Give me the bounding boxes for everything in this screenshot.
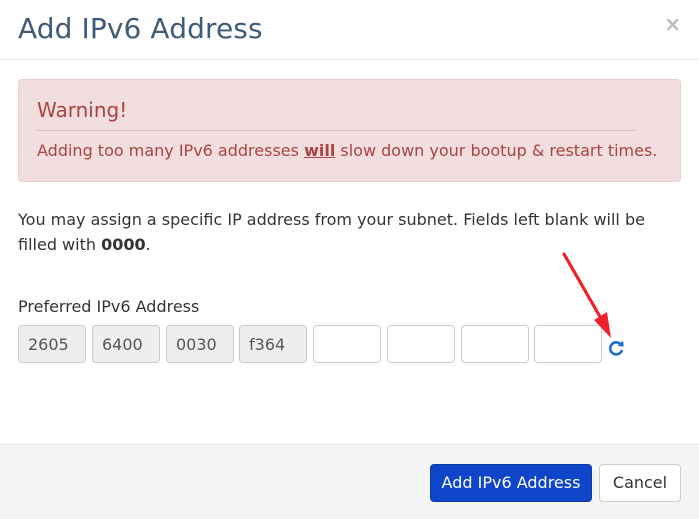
ipv6-segment-6[interactable] xyxy=(387,325,455,363)
cancel-button[interactable]: Cancel xyxy=(599,464,681,502)
ipv6-segment-1 xyxy=(18,325,86,363)
ipv6-segment-3 xyxy=(166,325,234,363)
add-ipv6-dialog: Add IPv6 Address × Warning! Adding too m… xyxy=(0,0,699,519)
add-ipv6-address-button[interactable]: Add IPv6 Address xyxy=(430,464,592,502)
ipv6-segment-2 xyxy=(92,325,160,363)
intro-text: You may assign a specific IP address fro… xyxy=(18,207,678,257)
ipv6-segment-8[interactable] xyxy=(534,325,602,363)
dialog-footer: Add IPv6 Address Cancel xyxy=(0,444,699,519)
close-icon[interactable]: × xyxy=(664,14,681,34)
intro-default-value: 0000 xyxy=(101,235,146,254)
ipv6-segment-5[interactable] xyxy=(313,325,381,363)
dialog-header: Add IPv6 Address × xyxy=(0,0,699,60)
warning-text-emphasis: will xyxy=(304,141,336,160)
warning-message: Adding too many IPv6 addresses will slow… xyxy=(37,141,657,160)
address-label: Preferred IPv6 Address xyxy=(18,297,200,316)
warning-text-start: Adding too many IPv6 addresses xyxy=(37,141,305,160)
ipv6-segment-7[interactable] xyxy=(461,325,529,363)
annotation-arrow xyxy=(562,252,611,338)
ipv6-segment-4 xyxy=(239,325,307,363)
warning-alert: Warning! Adding too many IPv6 addresses … xyxy=(18,79,681,182)
warning-heading: Warning! xyxy=(37,98,128,122)
refresh-icon[interactable] xyxy=(606,338,626,358)
dialog-title: Add IPv6 Address xyxy=(18,12,263,45)
warning-divider xyxy=(37,130,635,131)
warning-text-end: slow down your bootup & restart times. xyxy=(335,141,658,160)
intro-text-period: . xyxy=(145,235,151,254)
